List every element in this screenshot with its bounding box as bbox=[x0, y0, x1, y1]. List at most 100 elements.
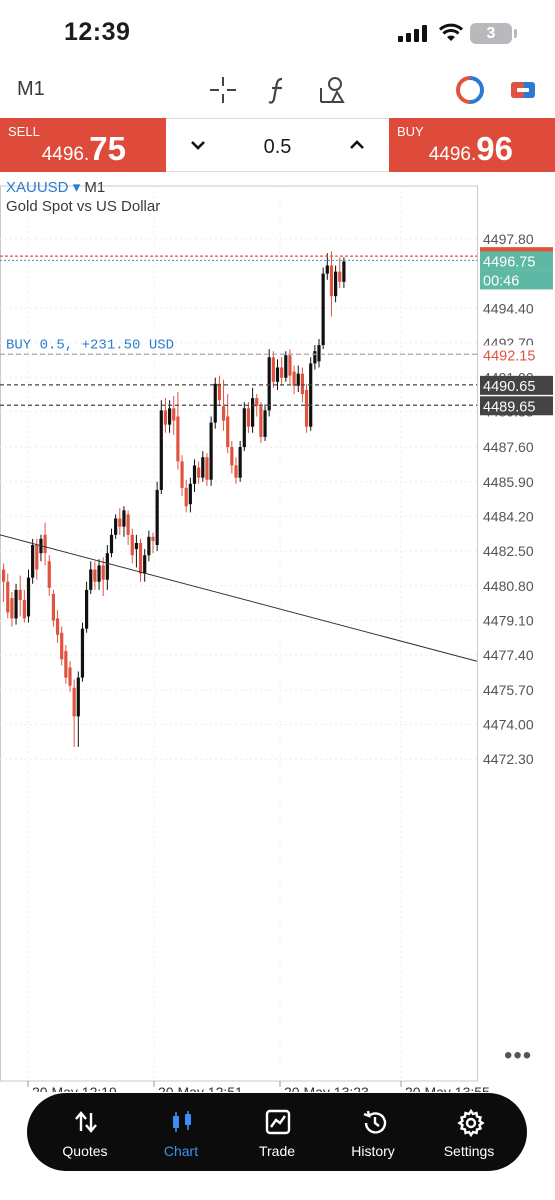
candle-body bbox=[292, 371, 296, 386]
symbol-selector[interactable]: XAUUSD ▾ M1 bbox=[6, 178, 105, 196]
plot-frame bbox=[0, 185, 478, 1082]
candle-body bbox=[76, 677, 80, 717]
candle-body bbox=[26, 577, 31, 617]
x-tick-label: 20 May 13:23 bbox=[284, 1084, 369, 1092]
more-options-icon[interactable]: ••• bbox=[504, 1042, 532, 1070]
chart-toolbar: M1 bbox=[0, 64, 555, 116]
candle-body bbox=[109, 534, 114, 554]
trade-mode-icon[interactable] bbox=[454, 74, 486, 106]
candle-body bbox=[130, 534, 134, 556]
candle-body bbox=[280, 367, 284, 378]
candle-body bbox=[55, 618, 60, 635]
candle-body bbox=[85, 589, 89, 629]
candle-body bbox=[68, 667, 72, 686]
candle-body bbox=[105, 553, 109, 580]
tab-trade-label: Trade bbox=[258, 1143, 296, 1159]
tab-chart-label: Chart bbox=[163, 1143, 199, 1159]
candle-body bbox=[304, 389, 309, 427]
candle-body bbox=[172, 408, 176, 421]
y-tick-label: 4484.20 bbox=[483, 508, 534, 524]
candle-body bbox=[51, 593, 55, 621]
tab-chart[interactable]: Chart bbox=[133, 1093, 229, 1171]
tab-quotes[interactable]: Quotes bbox=[37, 1093, 133, 1171]
candle-body bbox=[118, 518, 122, 527]
crosshair-icon[interactable] bbox=[207, 74, 239, 106]
candle-body bbox=[97, 565, 101, 582]
candle-body bbox=[122, 510, 126, 527]
candle-body bbox=[275, 367, 280, 382]
tab-settings-label: Settings bbox=[443, 1143, 495, 1159]
candle-body bbox=[242, 408, 246, 448]
sell-button[interactable]: SELL 4496.75 bbox=[0, 118, 166, 172]
tab-settings[interactable]: Settings bbox=[421, 1093, 517, 1171]
candle-body bbox=[134, 542, 138, 550]
candle-body bbox=[43, 534, 47, 554]
candle-body bbox=[151, 536, 155, 541]
y-tick-label: 4485.90 bbox=[483, 474, 534, 490]
price-badge-label: 4496.75 bbox=[483, 254, 535, 270]
candle-body bbox=[64, 651, 68, 678]
x-tick-label: 20 May 12:19 bbox=[32, 1084, 117, 1092]
symbol-timeframe: M1 bbox=[84, 179, 106, 196]
candle-body bbox=[334, 271, 338, 297]
candle-body bbox=[205, 457, 209, 480]
candle-body bbox=[217, 383, 221, 401]
x-tick-label: 20 May 13:55 bbox=[405, 1084, 490, 1092]
candle-body bbox=[267, 357, 271, 411]
candle-body bbox=[234, 465, 238, 478]
candle-body bbox=[14, 589, 18, 619]
candle-body bbox=[2, 569, 6, 582]
candle-body bbox=[230, 447, 234, 466]
one-click-trading-icon[interactable] bbox=[507, 74, 539, 106]
price-chart[interactable]: 4497.804494.404492.704491.004489.354487.… bbox=[0, 172, 555, 1092]
candle-body bbox=[209, 422, 213, 480]
candle-body bbox=[342, 261, 346, 282]
countdown-label: 00:46 bbox=[483, 273, 519, 289]
candle-body bbox=[226, 416, 230, 448]
candlestick-chart[interactable]: 4497.804494.404492.704491.004489.354487.… bbox=[0, 172, 555, 1092]
candle-body bbox=[159, 410, 163, 490]
y-tick-label: 4497.80 bbox=[483, 231, 534, 247]
candle-body bbox=[251, 398, 255, 427]
timeframe-selector[interactable]: M1 bbox=[17, 78, 45, 101]
candle-body bbox=[246, 408, 251, 427]
candle-body bbox=[176, 416, 180, 462]
candle-body bbox=[321, 273, 325, 346]
price-badge-label: 4492.15 bbox=[483, 348, 535, 364]
candle-body bbox=[147, 536, 151, 556]
candle-body bbox=[221, 406, 226, 421]
sell-label: SELL bbox=[8, 124, 40, 139]
objects-icon[interactable] bbox=[316, 74, 348, 106]
quotes-arrows-icon bbox=[75, 1111, 97, 1133]
candle-body bbox=[89, 569, 93, 590]
candle-body bbox=[31, 545, 35, 578]
candle-body bbox=[180, 461, 184, 488]
candle-body bbox=[114, 518, 118, 535]
y-tick-label: 4487.60 bbox=[483, 439, 534, 455]
candle-body bbox=[296, 373, 300, 386]
candle-body bbox=[309, 363, 313, 427]
y-tick-label: 4472.30 bbox=[483, 751, 534, 767]
candle-body bbox=[271, 357, 275, 382]
status-time: 12:39 bbox=[64, 18, 131, 46]
status-bar: 12:39 3 bbox=[0, 0, 555, 64]
tab-history[interactable]: History bbox=[325, 1093, 421, 1171]
candle-body bbox=[163, 410, 168, 425]
candle-body bbox=[192, 465, 197, 484]
candle-body bbox=[138, 542, 143, 574]
indicator-function-icon[interactable] bbox=[262, 74, 294, 106]
candle-body bbox=[313, 351, 317, 364]
buy-button[interactable]: BUY 4496.96 bbox=[389, 118, 555, 172]
battery-icon: 3 bbox=[470, 23, 512, 44]
tab-history-label: History bbox=[351, 1143, 395, 1159]
tab-trade[interactable]: Trade bbox=[229, 1093, 325, 1171]
candle-body bbox=[143, 555, 147, 574]
bottom-tab-bar: Quotes Chart Trade History Settings bbox=[27, 1093, 527, 1171]
symbol-dropdown-icon: ▾ bbox=[72, 179, 81, 196]
candle-body bbox=[263, 410, 267, 437]
candle-body bbox=[288, 355, 292, 376]
cellular-signal-icon bbox=[398, 24, 428, 42]
candle-body bbox=[101, 565, 105, 580]
candle-body bbox=[47, 561, 51, 588]
volume-increase-icon[interactable] bbox=[347, 135, 367, 155]
